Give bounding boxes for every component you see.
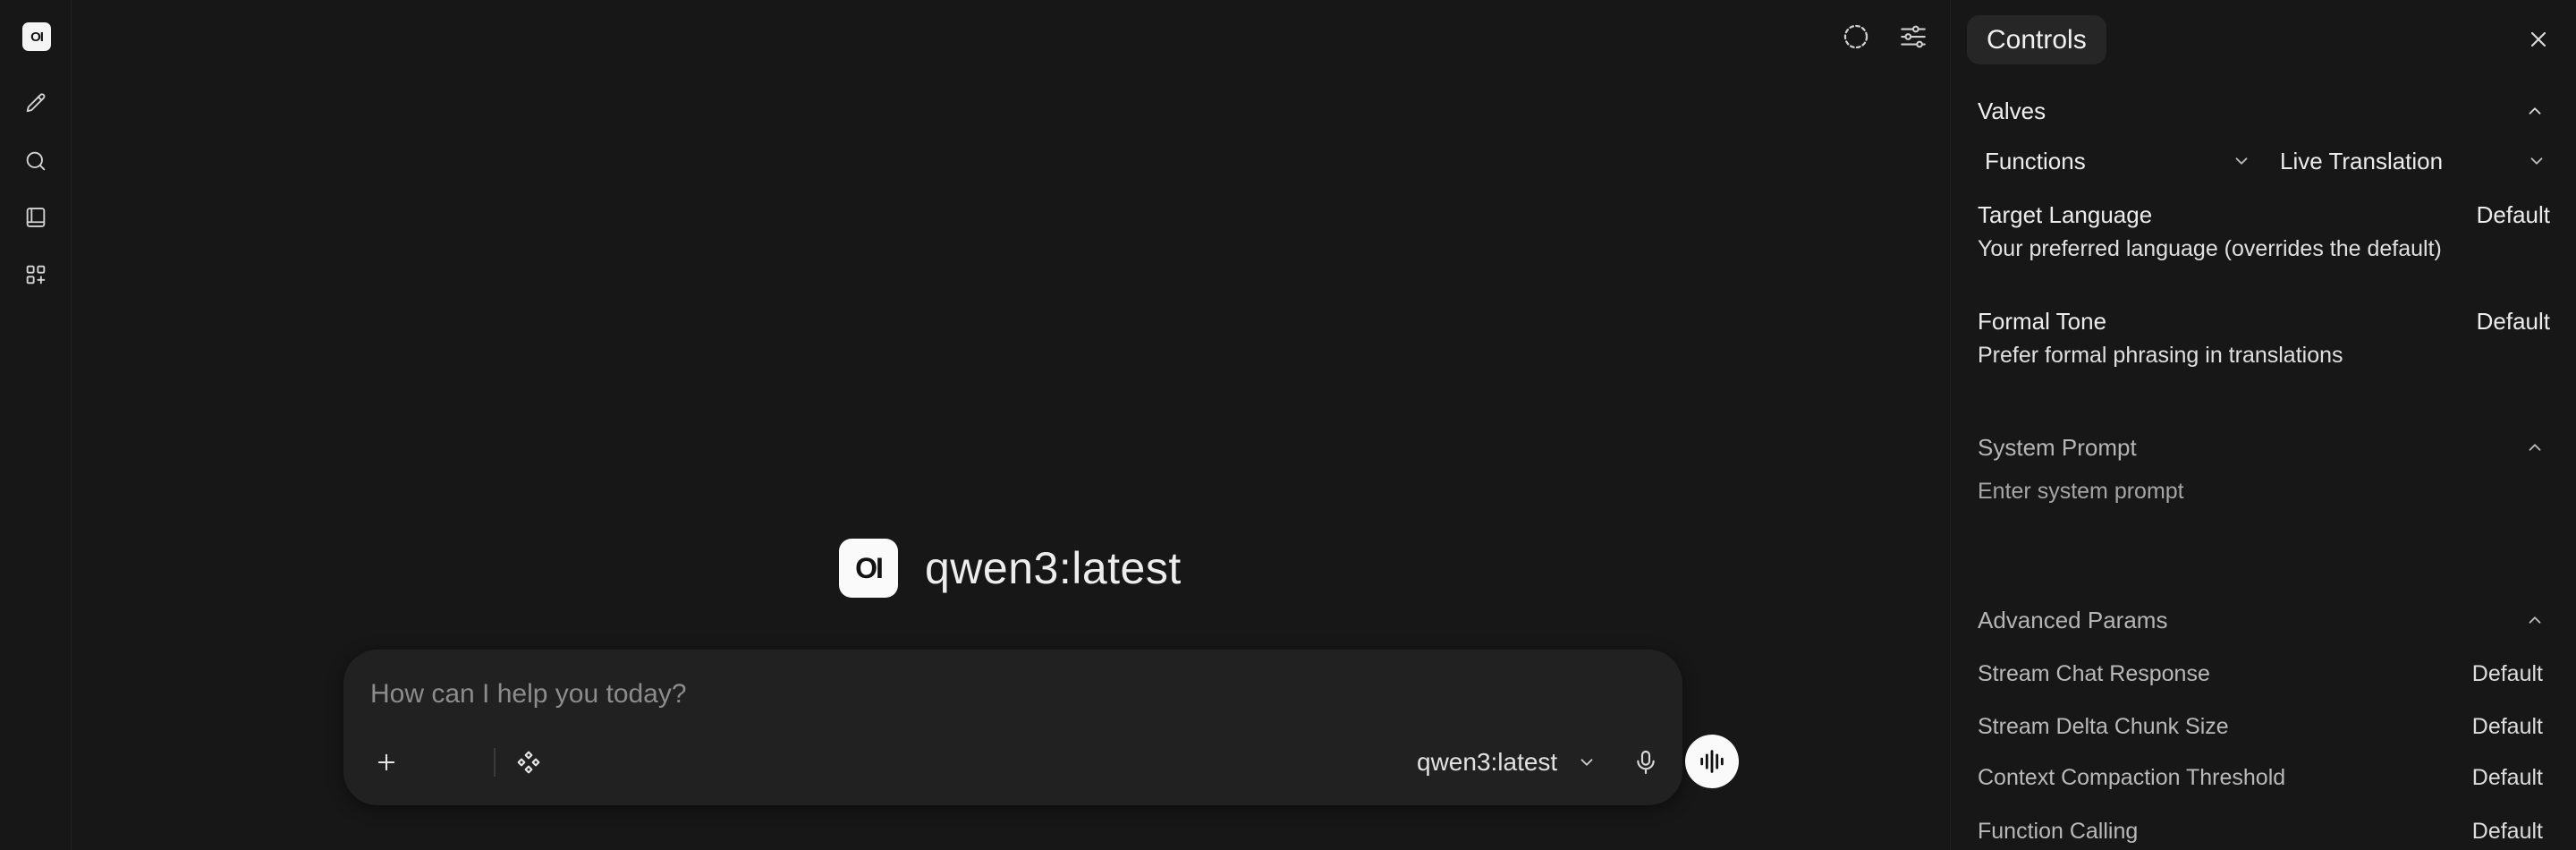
param-row-stream-delta-chunk-size: Stream Delta Chunk Size Default (1978, 709, 2543, 744)
voice-mode-button[interactable] (1685, 735, 1739, 788)
advanced-params-section-toggle[interactable]: Advanced Params (1978, 602, 2550, 638)
param-value-toggle[interactable]: Default (2472, 661, 2543, 687)
chevron-down-icon (1577, 752, 1597, 772)
valve-description: Your preferred language (overrides the d… (1978, 236, 2442, 261)
param-value-toggle[interactable]: Default (2472, 765, 2543, 791)
message-composer: qwen3:latest (343, 650, 1739, 805)
valve-value-toggle[interactable]: Default (2477, 308, 2550, 336)
param-row-stream-chat-response: Stream Chat Response Default (1978, 656, 2543, 692)
model-logo-text: OI (855, 551, 884, 584)
apps-icon (23, 262, 48, 287)
param-value-toggle[interactable]: Default (2472, 714, 2543, 740)
integrations-icon (514, 748, 543, 777)
model-hero: OI qwen3:latest (839, 539, 1182, 598)
valve-description: Prefer formal phrasing in translations (1978, 343, 2343, 368)
temporary-chat-button[interactable] (1837, 18, 1875, 55)
app-logo[interactable]: OI (22, 22, 51, 51)
valve-target-language: Target Language Default Your preferred l… (1978, 199, 2550, 262)
audio-waveform-icon (1697, 746, 1727, 777)
valve-type-value: Functions (1985, 147, 2086, 174)
notes-button[interactable] (18, 200, 54, 235)
valve-name: Target Language (1978, 200, 2153, 228)
panel-title-text: Controls (1987, 24, 2087, 55)
close-panel-button[interactable] (2519, 20, 2558, 59)
advanced-params-heading: Advanced Params (1978, 606, 2168, 633)
pencil-icon (23, 91, 48, 116)
composer-divider (494, 748, 496, 777)
valve-value-toggle[interactable]: Default (2477, 201, 2550, 229)
message-input[interactable] (370, 676, 1640, 712)
valve-formal-tone: Formal Tone Default Prefer formal phrasi… (1978, 305, 2550, 369)
valve-name: Formal Tone (1978, 307, 2107, 335)
workspace-button[interactable] (18, 257, 54, 293)
search-button[interactable] (18, 143, 54, 179)
app-logo-text: OI (30, 29, 44, 45)
search-icon (23, 149, 48, 174)
dictate-button[interactable] (1624, 741, 1667, 784)
sidebar-rail: OI (0, 0, 72, 850)
attach-button[interactable] (365, 741, 408, 784)
valve-type-select[interactable]: Functions (1985, 141, 2251, 181)
plus-icon (374, 750, 399, 775)
microphone-icon (1631, 748, 1660, 777)
model-selector[interactable]: qwen3:latest (1417, 743, 1597, 782)
temporary-chat-icon (1841, 21, 1871, 52)
chevron-down-icon (2527, 151, 2546, 171)
system-prompt-input[interactable]: Enter system prompt (1978, 479, 2184, 505)
valve-function-select[interactable]: Live Translation (2280, 141, 2546, 181)
new-chat-button[interactable] (18, 86, 54, 122)
app-window: OI OI qwen3:latest How can I help you to… (0, 0, 2576, 850)
integrations-button[interactable] (507, 741, 550, 784)
close-icon (2526, 27, 2551, 52)
model-name-heading: qwen3:latest (925, 543, 1182, 593)
chevron-up-icon (2525, 101, 2545, 121)
param-name: Context Compaction Threshold (1978, 764, 2286, 790)
system-prompt-heading: System Prompt (1978, 433, 2137, 461)
chevron-up-icon (2525, 610, 2545, 630)
param-name: Stream Delta Chunk Size (1978, 713, 2229, 739)
controls-toggle-button[interactable] (1894, 18, 1932, 55)
valves-section-toggle[interactable]: Valves (1978, 93, 2550, 129)
param-row-context-compaction-threshold: Context Compaction Threshold Default (1978, 760, 2543, 795)
chat-main: OI qwen3:latest How can I help you today… (72, 0, 1948, 850)
param-name: Function Calling (1978, 818, 2139, 844)
controls-sliders-icon (1898, 21, 1928, 52)
param-row-function-calling: Function Calling Default (1978, 813, 2543, 849)
valve-function-value: Live Translation (2280, 147, 2444, 174)
model-logo: OI (839, 539, 898, 598)
param-name: Stream Chat Response (1978, 660, 2210, 686)
chevron-down-icon (2232, 151, 2251, 171)
param-value-toggle[interactable]: Default (2472, 819, 2543, 845)
valves-heading: Valves (1978, 97, 2046, 124)
system-prompt-section-toggle[interactable]: System Prompt (1978, 429, 2550, 465)
panel-title: Controls (1967, 15, 2106, 64)
controls-panel: Controls Valves Functions Live Translati… (1950, 0, 2576, 850)
chevron-up-icon (2525, 438, 2545, 457)
notebook-icon (23, 205, 48, 230)
model-selector-label: qwen3:latest (1417, 748, 1558, 776)
